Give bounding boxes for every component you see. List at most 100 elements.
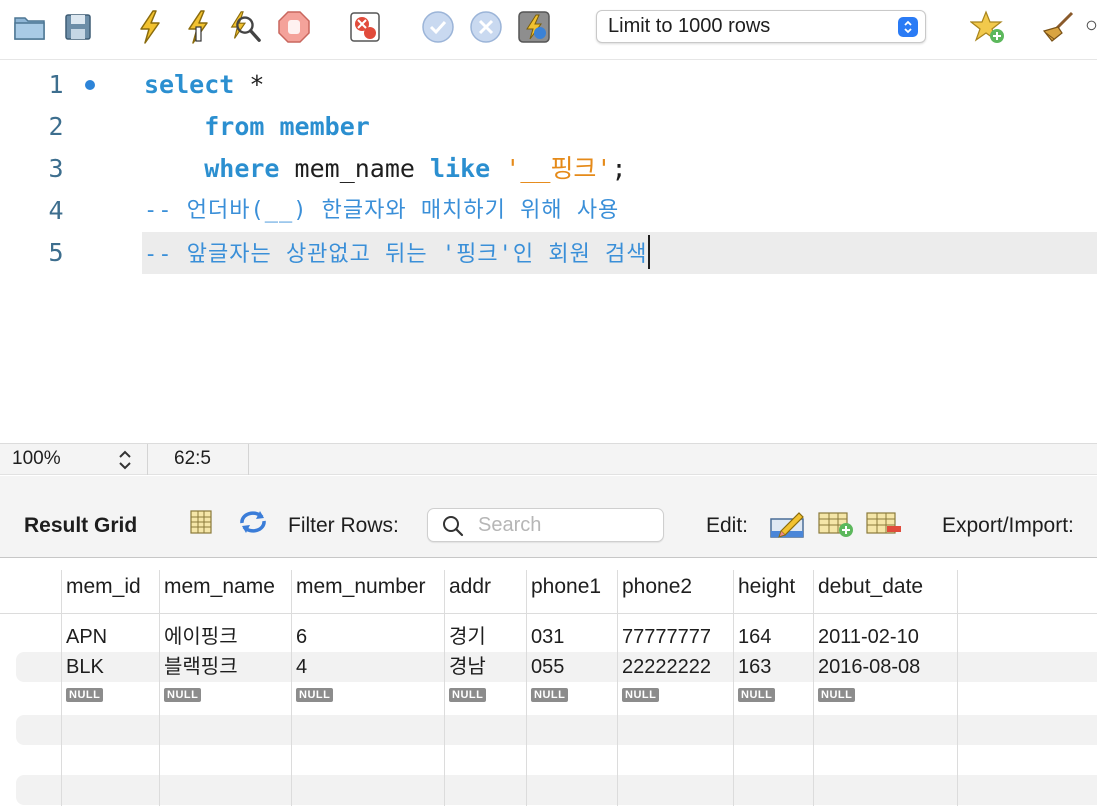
- zoom-level[interactable]: 100%: [12, 448, 61, 470]
- export-import-label: Export/Import:: [942, 514, 1074, 537]
- column-separator[interactable]: [159, 570, 160, 806]
- table-cell[interactable]: NULL: [733, 682, 813, 712]
- code-line-2: 2 from member: [0, 106, 1097, 148]
- table-cell[interactable]: 에이핑크: [159, 622, 291, 652]
- table-cell[interactable]: BLK: [61, 652, 159, 682]
- table-row[interactable]: BLK 블랙핑크 4 경남 055 22222222 163 2016-08-08: [16, 652, 1097, 682]
- column-separator[interactable]: [526, 570, 527, 806]
- status-divider: [248, 444, 249, 475]
- result-grid[interactable]: mem_id mem_name mem_number addr phone1 phone2…: [0, 559, 1097, 806]
- grid-view-icon[interactable]: [188, 509, 214, 540]
- column-separator[interactable]: [61, 570, 62, 806]
- save-icon[interactable]: [60, 9, 96, 45]
- stop-icon[interactable]: [276, 9, 312, 45]
- null-badge: NULL: [449, 687, 487, 702]
- table-cell[interactable]: 163: [733, 652, 813, 682]
- column-separator[interactable]: [444, 570, 445, 806]
- code-text: -- 앞글자는 상관없고 뒤는 '핑크'인 회원 검색: [144, 232, 650, 276]
- header-separator: [0, 613, 1097, 614]
- table-cell[interactable]: 2011-02-10: [813, 622, 957, 652]
- commit-icon[interactable]: [420, 9, 456, 45]
- table-cell[interactable]: APN: [61, 622, 159, 652]
- table-cell[interactable]: 4: [291, 652, 444, 682]
- code-line-5: 5 -- 앞글자는 상관없고 뒤는 '핑크'인 회원 검색: [0, 232, 1097, 274]
- edit-cell-icon[interactable]: [769, 509, 807, 544]
- filter-rows-label: Filter Rows:: [288, 514, 399, 537]
- result-grid-title[interactable]: Result Grid: [24, 514, 137, 538]
- column-header-height[interactable]: height: [733, 570, 813, 603]
- limit-rows-value: Limit to 1000 rows: [608, 15, 771, 37]
- column-header-phone1[interactable]: phone1: [526, 570, 617, 603]
- column-separator[interactable]: [291, 570, 292, 806]
- column-header-debut-date[interactable]: debut_date: [813, 570, 957, 603]
- add-snippet-icon[interactable]: [970, 9, 1006, 45]
- table-cell[interactable]: 6: [291, 622, 444, 652]
- chevron-updown-icon[interactable]: [117, 448, 133, 478]
- execute-current-icon[interactable]: [180, 9, 216, 45]
- limit-rows-select[interactable]: Limit to 1000 rows: [596, 10, 926, 43]
- find-icon[interactable]: [1084, 9, 1097, 45]
- column-header-mem-id[interactable]: mem_id: [61, 570, 159, 603]
- table-cell[interactable]: 77777777: [617, 622, 733, 652]
- toggle-continue-on-error-icon[interactable]: [347, 9, 383, 45]
- autocommit-icon[interactable]: [516, 9, 552, 45]
- table-cell[interactable]: NULL: [444, 682, 526, 712]
- table-cell[interactable]: NULL: [813, 682, 957, 712]
- search-input[interactable]: [478, 513, 658, 537]
- table-cell[interactable]: NULL: [61, 682, 159, 712]
- table-row[interactable]: [16, 715, 1097, 745]
- code-comment: -- 앞글자는 상관없고 뒤는 '핑크'인 회원 검색: [144, 242, 648, 267]
- explain-icon[interactable]: [226, 9, 262, 45]
- column-header-phone2[interactable]: phone2: [617, 570, 733, 603]
- column-separator[interactable]: [813, 570, 814, 806]
- statement-marker-icon[interactable]: [85, 80, 95, 90]
- table-cell[interactable]: NULL: [159, 682, 291, 712]
- execute-icon[interactable]: [132, 9, 168, 45]
- edit-label: Edit:: [706, 514, 749, 537]
- null-badge: NULL: [164, 687, 202, 702]
- table-row[interactable]: APN 에이핑크 6 경기 031 77777777 164 2011-02-10: [0, 622, 1097, 652]
- table-cell[interactable]: NULL: [291, 682, 444, 712]
- table-cell[interactable]: 경기: [444, 622, 526, 652]
- table-cell[interactable]: 경남: [444, 652, 526, 682]
- table-row[interactable]: NULL NULL NULL NULL NULL NULL NULL NULL: [0, 682, 1097, 712]
- delete-row-icon[interactable]: [865, 509, 903, 544]
- column-header-addr[interactable]: addr: [444, 570, 526, 603]
- line-number: 5: [48, 238, 64, 267]
- table-cell[interactable]: 164: [733, 622, 813, 652]
- table-cell[interactable]: 22222222: [617, 652, 733, 682]
- null-badge: NULL: [818, 687, 856, 702]
- null-badge: NULL: [66, 687, 104, 702]
- text-caret: [647, 235, 650, 269]
- column-header-mem-name[interactable]: mem_name: [159, 570, 291, 603]
- beautify-icon[interactable]: [1040, 9, 1076, 45]
- rollback-icon[interactable]: [468, 9, 504, 45]
- table-cell[interactable]: 2016-08-08: [813, 652, 957, 682]
- null-badge: NULL: [296, 687, 334, 702]
- table-cell[interactable]: 블랙핑크: [159, 652, 291, 682]
- status-divider: [147, 444, 148, 475]
- table-cell[interactable]: 055: [526, 652, 617, 682]
- code-line-1: 1 select *: [0, 64, 1097, 106]
- code-comment: -- 언더바(__) 한글자와 매치하기 위해 사용: [144, 198, 620, 223]
- table-row[interactable]: [0, 745, 1097, 775]
- null-badge: NULL: [622, 687, 660, 702]
- table-cell[interactable]: NULL: [617, 682, 733, 712]
- refresh-icon[interactable]: [236, 509, 270, 540]
- table-cell[interactable]: NULL: [526, 682, 617, 712]
- column-header-mem-number[interactable]: mem_number: [291, 570, 444, 603]
- column-separator[interactable]: [957, 570, 958, 806]
- line-number: 1: [48, 70, 64, 99]
- column-separator[interactable]: [733, 570, 734, 806]
- folder-open-icon[interactable]: [12, 9, 48, 45]
- column-separator[interactable]: [617, 570, 618, 806]
- table-row[interactable]: [16, 775, 1097, 805]
- chevron-updown-icon: [898, 17, 918, 37]
- editor-status-bar: 100% 62:5: [0, 443, 1097, 475]
- code-text: from member: [204, 112, 370, 141]
- add-row-icon[interactable]: [817, 509, 855, 544]
- sql-editor[interactable]: 1 select * 2 from member 3 where mem_nam…: [0, 59, 1097, 443]
- table-cell[interactable]: 031: [526, 622, 617, 652]
- filter-search-field[interactable]: [427, 508, 664, 542]
- code-text: select *: [144, 70, 265, 99]
